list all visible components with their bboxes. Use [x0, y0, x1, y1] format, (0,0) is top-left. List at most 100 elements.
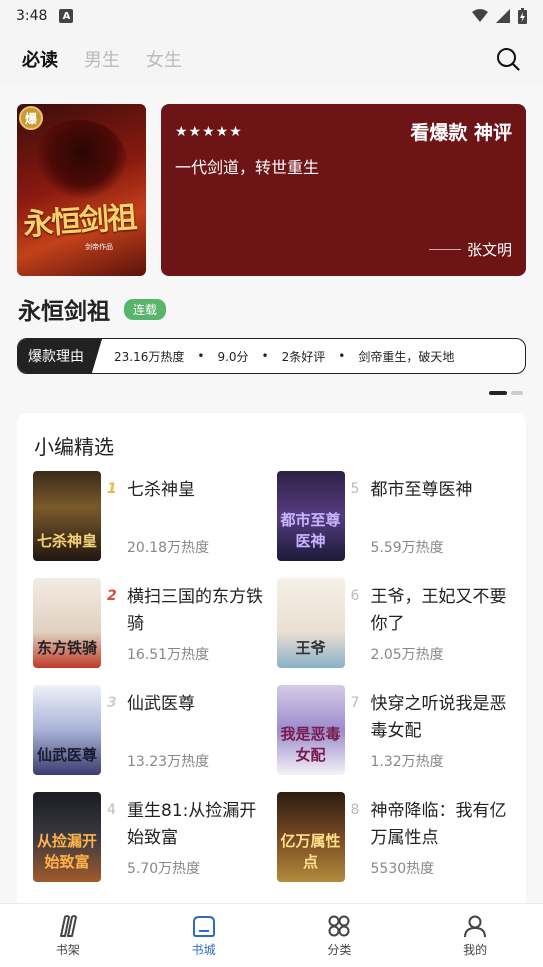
book-heat: 1.32万热度: [370, 754, 444, 770]
cover-text: 七杀神皇: [36, 532, 97, 550]
list-item[interactable]: 王爷 6 王爷，王妃又不要你了 2.05万热度: [276, 578, 511, 668]
cover-text: 东方铁骑: [36, 639, 97, 657]
book-heat: 20.18万热度: [127, 540, 210, 556]
status-badge: 连载: [124, 298, 167, 320]
tab-store[interactable]: 书城: [136, 904, 272, 967]
book-name: 重生81:从捡漏开始致富: [127, 801, 257, 848]
book-heat: 2.05万热度: [370, 647, 444, 663]
separator-dot: •: [261, 349, 269, 363]
rank-number: 3: [107, 695, 117, 711]
cover-text: 我是恶毒女配: [280, 725, 341, 764]
tab-female[interactable]: 女生: [146, 46, 182, 72]
page-dot-active: [489, 391, 507, 395]
tab-label: 分类: [327, 942, 352, 957]
book-grid: 七杀神皇 1 七杀神皇 20.18万热度 都市至尊医神 5 都市至尊医神 5.5…: [33, 471, 510, 882]
bottom-tab-bar: 书架 书城 分类 我的: [0, 903, 543, 967]
hero-banner[interactable]: 爆 永恒剑祖 剑帝作品 ★★★★★ 看爆款 神评 一代剑道，转世重生 张文明: [17, 104, 526, 276]
tab-bidu[interactable]: 必读: [22, 46, 58, 72]
book-name: 横扫三国的东方铁骑: [127, 587, 263, 634]
section-title: 小编精选: [34, 435, 114, 459]
cover-text: 仙武医尊: [36, 746, 97, 764]
cover-text: 都市至尊医神: [280, 511, 341, 550]
cover-subtitle: 剑帝作品: [85, 243, 113, 251]
book-name: 神帝降临：我有亿万属性点: [370, 801, 507, 848]
hero-review-card[interactable]: ★★★★★ 看爆款 神评 一代剑道，转世重生 张文明: [161, 104, 526, 276]
book-name: 快穿之听说我是恶毒女配: [370, 694, 507, 741]
search-icon: [497, 48, 520, 71]
book-title-row: 永恒剑祖 连载: [18, 292, 167, 326]
book-cover[interactable]: 亿万属性点: [276, 792, 345, 882]
list-item[interactable]: 从捡漏开始致富 4 重生81:从捡漏开始致富 5.70万热度: [33, 792, 267, 882]
tab-label: 书城: [191, 942, 216, 957]
book-cover[interactable]: 都市至尊医神: [276, 471, 345, 561]
hot-badge: 爆: [19, 106, 43, 130]
book-heat: 5.59万热度: [370, 540, 444, 556]
hero-book-cover[interactable]: 爆 永恒剑祖 剑帝作品: [17, 104, 146, 276]
book-heat: 5530热度: [370, 861, 435, 877]
book-cover[interactable]: 东方铁骑: [33, 578, 101, 668]
author-name: 张文明: [466, 241, 512, 259]
book-title[interactable]: 永恒剑祖: [18, 292, 110, 326]
list-item[interactable]: 仙武医尊 3 仙武医尊 13.23万热度: [33, 685, 267, 775]
battery-icon: [518, 8, 527, 24]
rank-number: 4: [107, 802, 116, 818]
category-icon: [328, 915, 350, 936]
reason-tagline: 剑帝重生，破天地: [358, 349, 455, 364]
rank-number: 1: [107, 481, 117, 497]
profile-icon: [464, 915, 487, 937]
book-cover[interactable]: 仙武医尊: [33, 685, 101, 775]
hero-card-title: 看爆款 神评: [410, 122, 512, 144]
search-button[interactable]: [495, 46, 521, 72]
tab-profile[interactable]: 我的: [407, 904, 543, 967]
separator-dot: •: [197, 349, 205, 363]
rank-number: 7: [350, 695, 360, 711]
rank-number: 5: [350, 481, 360, 497]
reason-heat: 23.16万热度: [114, 349, 185, 364]
notification-icon: A: [59, 9, 74, 23]
book-heat: 16.51万热度: [127, 647, 210, 663]
book-heat: 13.23万热度: [127, 754, 210, 770]
tab-bookshelf[interactable]: 书架: [0, 904, 136, 967]
book-cover[interactable]: 王爷: [276, 578, 345, 668]
tab-category[interactable]: 分类: [272, 904, 408, 967]
wifi-icon: [472, 9, 488, 22]
author-dash: [428, 249, 461, 250]
editor-picks-card: 小编精选 七杀神皇 1 七杀神皇 20.18万热度 都市至尊医神 5 都市至尊医…: [17, 413, 526, 909]
tab-label: 书架: [55, 942, 80, 957]
book-name: 仙武医尊: [127, 694, 195, 714]
reason-items: 23.16万热度 • 9.0分 • 2条好评 • 剑帝重生，破天地: [102, 348, 454, 365]
cover-text: 亿万属性点: [280, 832, 341, 871]
rank-number: 8: [350, 802, 360, 818]
cover-art: [37, 120, 127, 200]
book-name: 七杀神皇: [127, 480, 195, 500]
content: 爆 永恒剑祖 剑帝作品 ★★★★★ 看爆款 神评 一代剑道，转世重生 张文明 永…: [0, 86, 543, 909]
top-tabs: 必读 男生 女生: [0, 32, 543, 86]
signal-icon: [496, 9, 510, 23]
rank-number: 2: [107, 588, 117, 604]
list-item[interactable]: 都市至尊医神 5 都市至尊医神 5.59万热度: [276, 471, 511, 561]
bookshelf-icon: [59, 914, 77, 937]
book-cover[interactable]: 七杀神皇: [33, 471, 101, 561]
tab-male[interactable]: 男生: [84, 46, 120, 72]
list-item[interactable]: 亿万属性点 8 神帝降临：我有亿万属性点 5530热度: [276, 792, 511, 882]
status-bar: 3:48 A: [0, 0, 543, 32]
reason-reviews: 2条好评: [281, 349, 326, 364]
reason-label: 爆款理由: [18, 339, 102, 373]
cover-title: 永恒剑祖: [22, 200, 137, 244]
rank-number: 6: [350, 588, 360, 604]
cover-text: 王爷: [295, 639, 326, 657]
book-name: 都市至尊医神: [370, 480, 473, 500]
list-item[interactable]: 我是恶毒女配 7 快穿之听说我是恶毒女配 1.32万热度: [276, 685, 511, 775]
store-icon: [192, 915, 215, 937]
book-name: 王爷，王妃又不要你了: [370, 587, 507, 634]
list-item[interactable]: 七杀神皇 1 七杀神皇 20.18万热度: [33, 471, 267, 561]
separator-dot: •: [338, 349, 346, 363]
reason-bar[interactable]: 爆款理由 23.16万热度 • 9.0分 • 2条好评 • 剑帝重生，破天地: [17, 338, 526, 374]
hero-quote: 一代剑道，转世重生: [175, 158, 320, 177]
page-dot: [511, 391, 523, 395]
book-cover[interactable]: 我是恶毒女配: [276, 685, 345, 775]
book-cover[interactable]: 从捡漏开始致富: [33, 792, 101, 882]
status-time: 3:48: [16, 8, 48, 24]
carousel-indicator: [489, 391, 523, 395]
list-item[interactable]: 东方铁骑 2 横扫三国的东方铁骑 16.51万热度: [33, 578, 267, 668]
